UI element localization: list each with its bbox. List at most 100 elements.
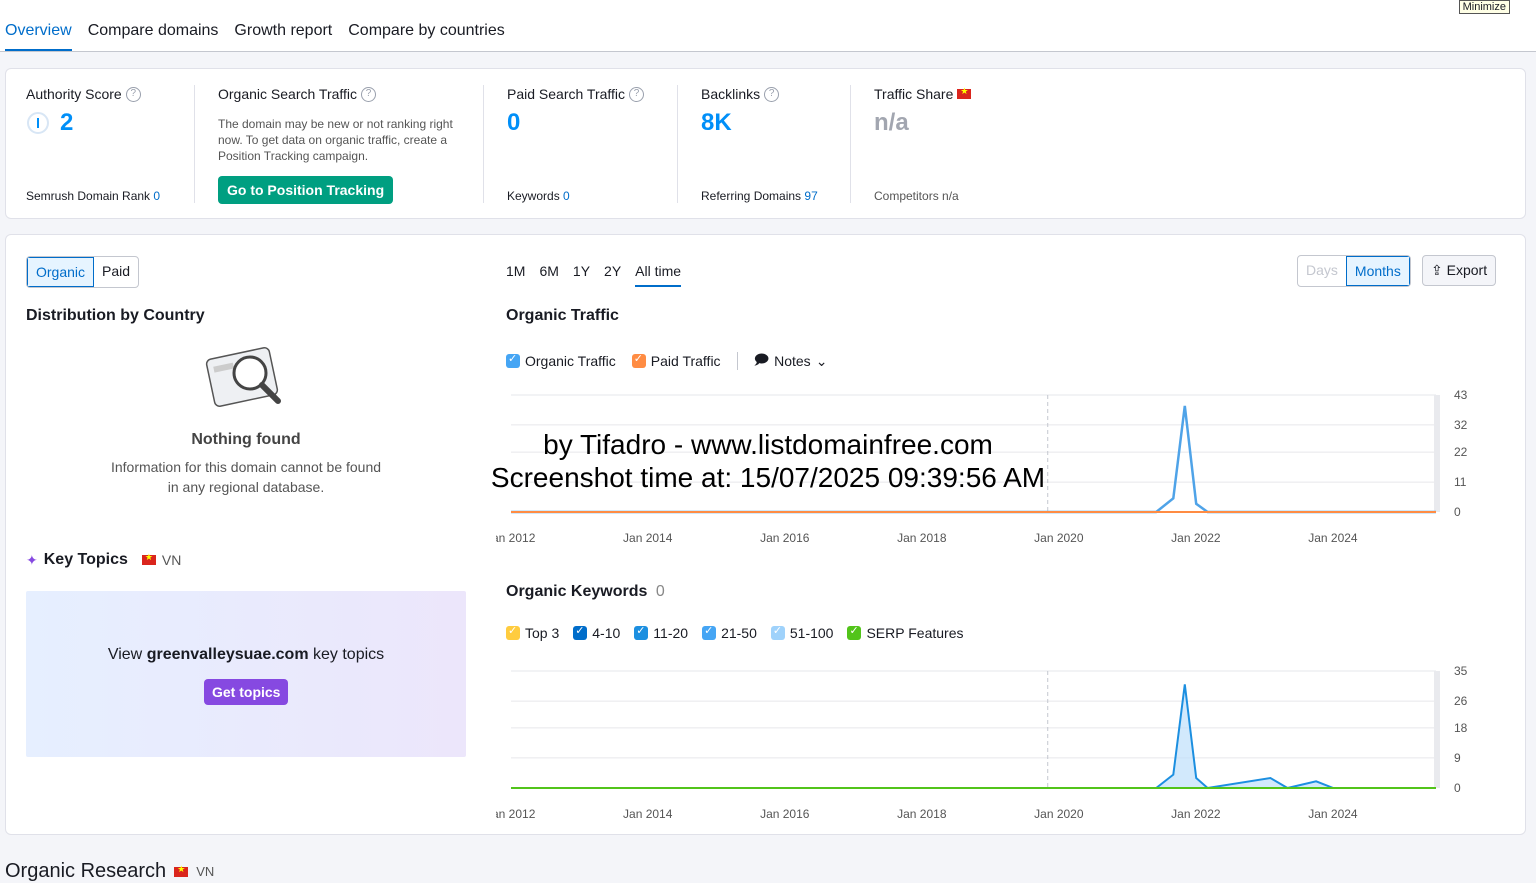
metric-divider: [850, 85, 851, 203]
info-icon[interactable]: ?: [361, 86, 377, 102]
watermark-line-1: by Tifadro - www.listdomainfree.com: [543, 429, 993, 460]
distribution-empty-state: Nothing found Information for this domai…: [106, 431, 386, 497]
referring-domains-value[interactable]: 97: [804, 189, 817, 203]
backlinks-value[interactable]: 8K: [701, 109, 732, 137]
watermark-line-2: Screenshot time at: 15/07/2025 09:39:56 …: [490, 462, 1046, 493]
checkbox-icon: [506, 624, 520, 640]
x-tick-label: Jan 2020: [1034, 807, 1084, 821]
legend-label: 21-50: [721, 625, 757, 641]
competitors-label: Competitors: [874, 189, 939, 203]
period-1y[interactable]: 1Y: [573, 263, 590, 287]
tab-compare-by-countries[interactable]: Compare by countries: [348, 22, 505, 51]
checkbox-icon: [847, 624, 862, 640]
tab-compare-domains[interactable]: Compare domains: [88, 22, 219, 51]
paid-toggle-button[interactable]: Paid: [94, 257, 138, 287]
screenshot-watermark: by Tifadro - www.listdomainfree.com Scre…: [466, 428, 1070, 494]
vietnam-flag-icon: [957, 86, 972, 99]
tab-growth-report[interactable]: Growth report: [234, 22, 332, 51]
legend-serp-features[interactable]: SERP Features: [847, 624, 963, 641]
export-icon: ⇪: [1431, 262, 1443, 278]
series-line-4-10: [511, 684, 1436, 790]
paid-traffic-value[interactable]: 0: [507, 109, 520, 137]
legend-top-3[interactable]: Top 3: [506, 624, 560, 641]
keywords-legend: Top 3 4-10 11-20 21-50 51-100 SERP Featu…: [506, 624, 963, 641]
y-tick-label: 22: [1454, 445, 1468, 459]
days-button[interactable]: Days: [1298, 256, 1346, 286]
x-tick-label: Jan 2014: [623, 807, 673, 821]
minimize-button[interactable]: Minimize: [1458, 0, 1510, 14]
topics-domain: greenvalleysuae.com: [146, 646, 309, 663]
organic-toggle-button[interactable]: Organic: [27, 257, 95, 287]
x-tick-label: Jan 2024: [1308, 807, 1358, 821]
overview-main-card: Organic Paid Distribution by Country Not…: [5, 234, 1526, 835]
authority-gauge-icon: [27, 112, 49, 134]
legend-organic-traffic[interactable]: Organic Traffic: [506, 352, 616, 369]
legend-label: Top 3: [525, 625, 560, 641]
organic-traffic-title: Organic Search Traffic: [218, 86, 358, 102]
info-icon[interactable]: ?: [764, 86, 780, 102]
authority-score-value[interactable]: 2: [60, 109, 73, 137]
domain-rank-label: Semrush Domain Rank: [26, 189, 151, 203]
go-to-position-tracking-button[interactable]: Go to Position Tracking: [218, 176, 394, 204]
key-topics-country: VN: [161, 552, 182, 568]
legend-label: 11-20: [653, 625, 689, 641]
notes-label: Notes: [774, 353, 811, 369]
organic-traffic-chart-title: Organic Traffic: [506, 307, 619, 324]
empty-state-description: Information for this domain cannot be fo…: [110, 459, 382, 495]
domain-rank-value[interactable]: 0: [153, 189, 160, 203]
months-button[interactable]: Months: [1345, 256, 1410, 286]
x-tick-label: Jan 2024: [1308, 531, 1358, 545]
x-tick-label: Jan 2022: [1171, 531, 1221, 545]
legend-label: Organic Traffic: [525, 353, 616, 369]
period-6m[interactable]: 6M: [539, 263, 558, 287]
legend-paid-traffic[interactable]: Paid Traffic: [631, 352, 721, 369]
x-tick-label: Jan 2018: [897, 807, 947, 821]
y-tick-label: 0: [1454, 505, 1461, 519]
referring-domains-label: Referring Domains: [701, 189, 802, 203]
notes-dropdown[interactable]: 🗩 Notes ⌄: [754, 349, 828, 373]
legend-21-50[interactable]: 21-50: [702, 624, 757, 641]
period-selector: 1M 6M 1Y 2Y All time: [506, 263, 682, 287]
checkbox-icon: [702, 624, 717, 640]
legend-label: 51-100: [789, 625, 834, 641]
legend-11-20[interactable]: 11-20: [634, 624, 689, 641]
key-topics-preview: View greenvalleysuae.com key topics Get …: [26, 591, 466, 757]
period-2y[interactable]: 2Y: [604, 263, 621, 287]
organic-research-country: VN: [196, 864, 215, 879]
get-topics-button[interactable]: Get topics: [204, 679, 289, 705]
y-tick-label: 0: [1454, 781, 1461, 795]
export-label: Export: [1446, 262, 1488, 278]
period-1m[interactable]: 1M: [506, 263, 525, 287]
metric-divider: [677, 85, 678, 203]
x-tick-label: Jan 2018: [897, 531, 947, 545]
empty-state-title: Nothing found: [191, 431, 301, 448]
tab-overview[interactable]: Overview: [5, 22, 72, 51]
y-tick-label: 35: [1454, 664, 1468, 678]
distribution-title: Distribution by Country: [26, 307, 205, 324]
vietnam-flag-icon: [141, 552, 156, 565]
report-tabs: Overview Compare domains Growth report C…: [5, 22, 505, 51]
keywords-value[interactable]: 0: [563, 189, 570, 203]
metric-divider: [483, 85, 484, 203]
traffic-legend: Organic Traffic Paid Traffic 🗩Notes⌄: [506, 349, 827, 373]
view-prefix: View: [107, 646, 143, 663]
legend-4-10[interactable]: 4-10: [573, 624, 620, 641]
legend-divider: [736, 352, 738, 370]
chart-scroll-band: [1434, 671, 1440, 788]
vietnam-flag-icon: [174, 864, 189, 877]
key-topics-title: Key Topics: [43, 551, 128, 568]
y-tick-label: 11: [1454, 475, 1467, 489]
competitors-value: n/a: [942, 189, 959, 203]
info-icon[interactable]: ?: [629, 86, 645, 102]
y-tick-label: 32: [1454, 418, 1468, 432]
organic-keywords-count: 0: [655, 583, 665, 600]
magnifier-empty-icon: [205, 347, 281, 407]
legend-51-100[interactable]: 51-100: [770, 624, 834, 641]
metrics-card: Authority Score? 2 Semrush Domain Rank 0…: [5, 68, 1526, 219]
paid-traffic-title: Paid Search Traffic: [507, 86, 626, 102]
notes-icon: 🗩: [753, 351, 770, 367]
organic-keywords-chart[interactable]: 0 9 18 26 35 Jan 2012 Jan 2014 Jan 2016 Jan 2018…: [496, 661, 1496, 821]
period-all-time[interactable]: All time: [635, 263, 682, 287]
info-icon[interactable]: ?: [125, 86, 141, 102]
export-button[interactable]: ⇪ Export: [1422, 255, 1497, 286]
